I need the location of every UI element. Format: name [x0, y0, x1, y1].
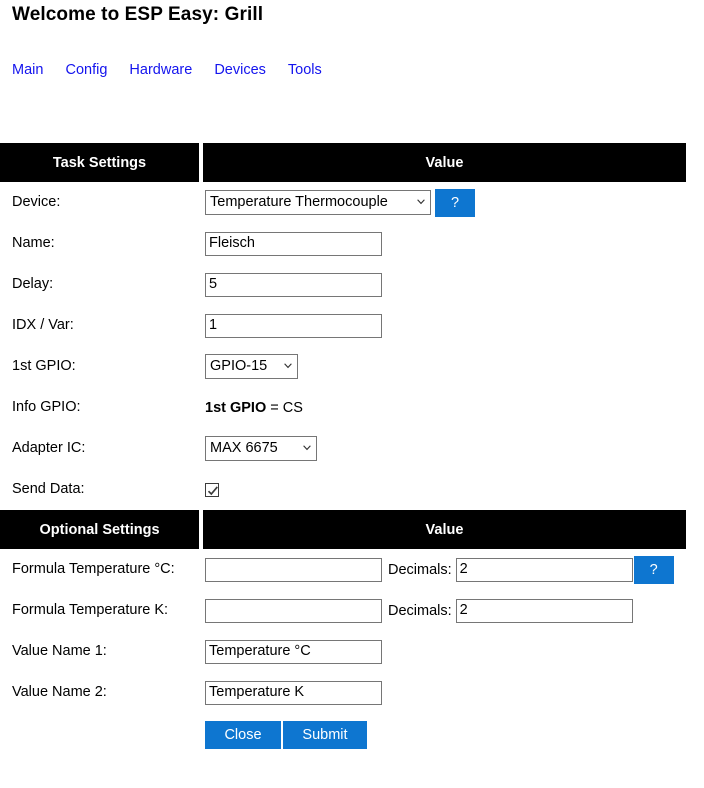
- value-name-2-label: Value Name 2:: [12, 684, 107, 700]
- settings-table: Task Settings Value Device: Temperature …: [0, 143, 686, 755]
- formula-temperature-c-label: Formula Temperature °C:: [12, 561, 175, 577]
- adapter-ic-value-cell: MAX 6675: [205, 428, 317, 469]
- formula-temperature-k-value-cell: Decimals:: [205, 590, 633, 631]
- value-name-2-input[interactable]: [205, 680, 382, 705]
- submit-button[interactable]: Submit: [283, 721, 367, 749]
- device-select[interactable]: Temperature Thermocouple: [205, 190, 431, 215]
- decimals-k-label: Decimals:: [388, 602, 452, 619]
- row-send-data: Send Data:: [0, 469, 686, 510]
- optional-settings-header-label: Optional Settings: [0, 510, 199, 549]
- device-config-page: Welcome to ESP Easy: Grill Main Config H…: [0, 0, 704, 788]
- row-value-name-2: Value Name 2:: [0, 672, 686, 713]
- delay-input[interactable]: [205, 272, 382, 297]
- device-help-button[interactable]: ?: [435, 188, 475, 217]
- task-settings-header-label: Task Settings: [0, 143, 199, 182]
- task-settings-header-value: Value: [203, 143, 686, 182]
- name-input[interactable]: [205, 231, 382, 256]
- delay-value-cell: [205, 264, 382, 305]
- send-data-value-cell: [205, 469, 219, 510]
- idx-var-input[interactable]: [205, 313, 382, 338]
- device-label: Device:: [12, 194, 61, 210]
- send-data-label: Send Data:: [12, 481, 85, 497]
- gpio1-select-value: GPIO-15: [210, 358, 268, 374]
- row-formula-temperature-c: Formula Temperature °C: Decimals: ?: [0, 549, 686, 590]
- adapter-ic-select[interactable]: MAX 6675: [205, 436, 317, 461]
- nav-link-hardware[interactable]: Hardware: [129, 62, 192, 78]
- row-formula-temperature-k: Formula Temperature K: Decimals:: [0, 590, 686, 631]
- value-name-1-label: Value Name 1:: [12, 643, 107, 659]
- form-actions: Close Submit: [205, 721, 367, 749]
- main-navigation: Main Config Hardware Devices Tools: [12, 62, 322, 82]
- idx-var-label: IDX / Var:: [12, 317, 74, 333]
- decimals-c-label: Decimals:: [388, 561, 452, 578]
- row-delay: Delay:: [0, 264, 686, 305]
- gpio1-value-cell: GPIO-15: [205, 346, 298, 387]
- info-gpio-bold: 1st GPIO: [205, 399, 267, 416]
- value-name-1-input[interactable]: [205, 639, 382, 664]
- formula-temperature-c-input[interactable]: [205, 557, 382, 582]
- gpio1-select[interactable]: GPIO-15: [205, 354, 298, 379]
- optional-settings-header-value: Value: [203, 510, 686, 549]
- form-actions-row: Close Submit: [0, 713, 686, 755]
- row-adapter-ic: Adapter IC: MAX 6675: [0, 428, 686, 469]
- close-button[interactable]: Close: [205, 721, 281, 749]
- name-value-cell: [205, 223, 382, 264]
- row-device: Device: Temperature Thermocouple ?: [0, 182, 686, 223]
- device-select-value: Temperature Thermocouple: [210, 194, 388, 210]
- nav-link-tools[interactable]: Tools: [288, 62, 322, 78]
- row-info-gpio: Info GPIO: 1st GPIO = CS: [0, 387, 686, 428]
- decimals-c-input[interactable]: [455, 557, 633, 582]
- info-gpio-label: Info GPIO:: [12, 399, 81, 415]
- row-value-name-1: Value Name 1:: [0, 631, 686, 672]
- delay-label: Delay:: [12, 276, 54, 292]
- info-gpio-text: 1st GPIO = CS: [205, 400, 303, 416]
- decimals-k-input[interactable]: [455, 598, 633, 623]
- info-gpio-value-cell: 1st GPIO = CS: [205, 387, 303, 428]
- info-gpio-rest: = CS: [266, 399, 303, 416]
- send-data-checkbox[interactable]: [205, 482, 219, 497]
- task-settings-header-row: Task Settings Value: [0, 143, 686, 182]
- chevron-down-icon: [284, 362, 292, 370]
- chevron-down-icon: [417, 198, 425, 206]
- adapter-ic-label: Adapter IC:: [12, 440, 86, 456]
- value-name-1-value-cell: [205, 631, 382, 672]
- page-title: Welcome to ESP Easy: Grill: [12, 4, 264, 25]
- name-label: Name:: [12, 235, 55, 251]
- nav-link-config[interactable]: Config: [65, 62, 107, 78]
- row-name: Name:: [0, 223, 686, 264]
- chevron-down-icon: [303, 444, 311, 452]
- optional-settings-header-row: Optional Settings Value: [0, 510, 686, 549]
- row-gpio1: 1st GPIO: GPIO-15: [0, 346, 686, 387]
- value-name-2-value-cell: [205, 672, 382, 713]
- formula-temperature-c-value-cell: Decimals: ?: [205, 549, 674, 590]
- formula-temperature-k-input[interactable]: [205, 598, 382, 623]
- formula-temperature-k-label: Formula Temperature K:: [12, 602, 169, 618]
- row-idx-var: IDX / Var:: [0, 305, 686, 346]
- optional-settings-help-button[interactable]: ?: [633, 555, 674, 584]
- nav-link-main[interactable]: Main: [12, 62, 43, 78]
- idx-var-value-cell: [205, 305, 382, 346]
- gpio1-label: 1st GPIO:: [12, 358, 76, 374]
- adapter-ic-select-value: MAX 6675: [210, 440, 278, 456]
- device-value-cell: Temperature Thermocouple ?: [205, 182, 475, 223]
- nav-link-devices[interactable]: Devices: [214, 62, 266, 78]
